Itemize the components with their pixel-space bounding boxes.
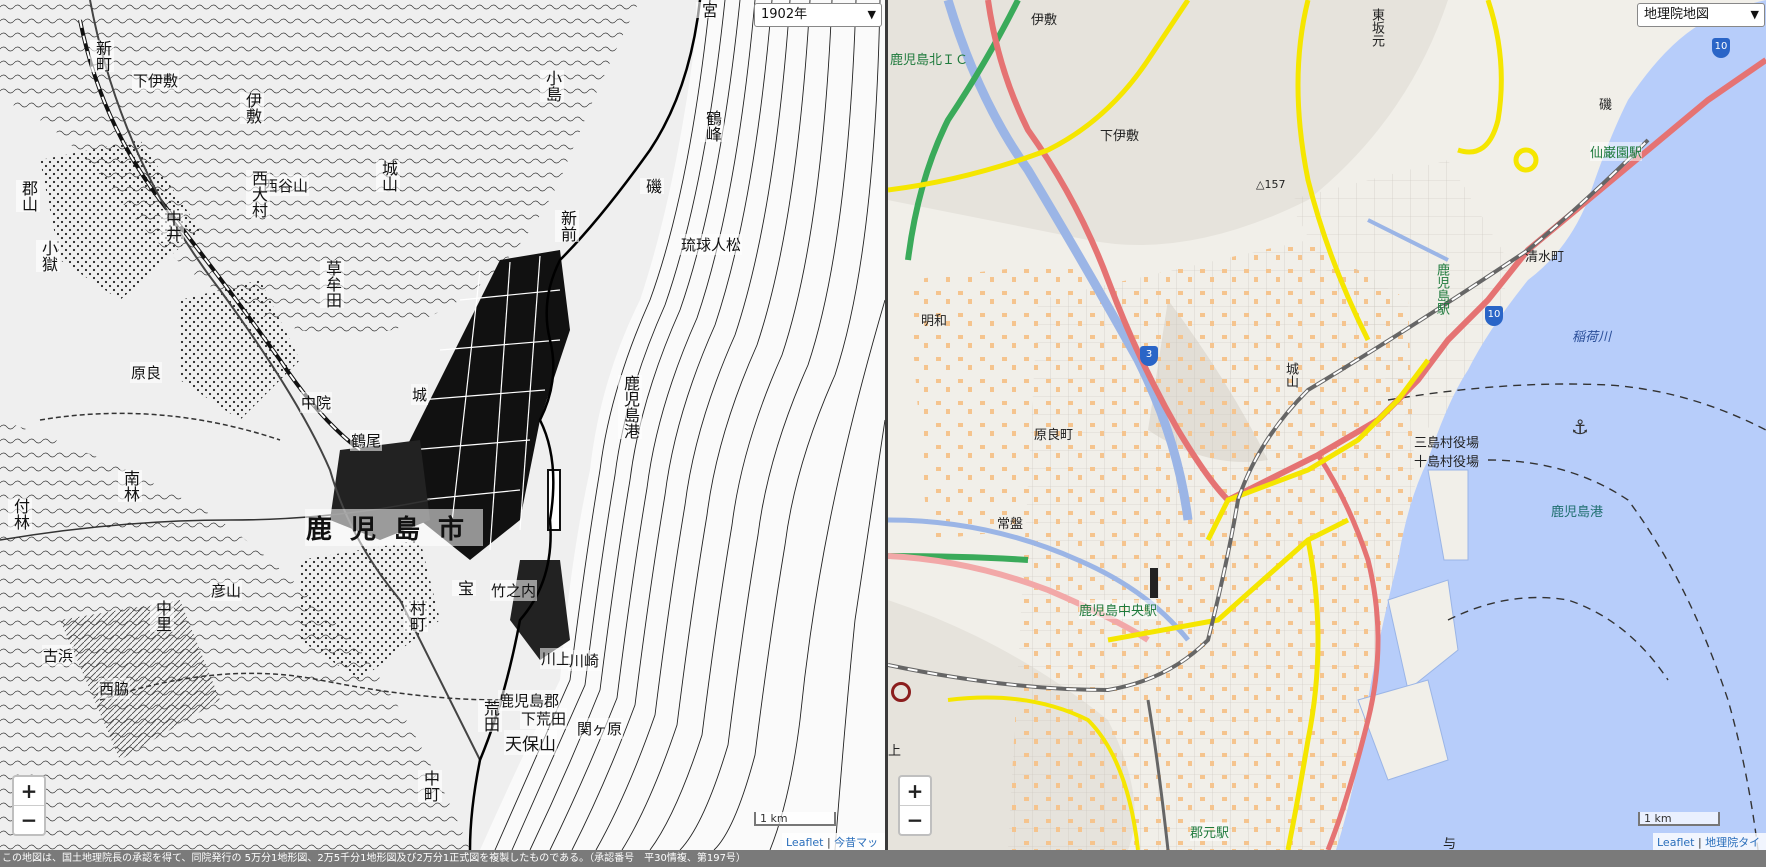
old-label-shinzen: 新前 [555, 210, 579, 242]
old-label-ishiki: 伊敷 [240, 92, 264, 124]
new-label-korimoto-station: 郡元駅 [1190, 822, 1230, 841]
new-label-harara-cho: 原良町 [1034, 428, 1074, 443]
old-map-pane[interactable]: 宮 伊敷 下伊敷 西谷山 郡山 中院 原良 草牟田 中井 鶴尾 城 鹿児島港 新… [0, 0, 885, 850]
new-label-mishima-office: 三島村役場 [1414, 436, 1480, 451]
new-label-kagoshima-kita-ic: 鹿児島北ＩＣ [890, 53, 969, 68]
old-label-nishiwaki: 西脇 [98, 678, 131, 699]
old-label-harara: 原良 [130, 362, 163, 383]
new-label-peak-157: △157 [1256, 178, 1286, 191]
old-label-miyagi: 宮 [696, 2, 720, 18]
modern-map-attribution: Leaflet | 地理院タイル [1653, 833, 1766, 850]
old-label-tsukebayashi: 付林 [8, 498, 32, 530]
old-label-takenouchi: 竹之内 [490, 580, 538, 601]
old-map-canvas [0, 0, 885, 850]
attribution-separator: | [1697, 836, 1702, 849]
zoom-in-button[interactable]: + [900, 777, 930, 806]
old-label-kusamuta: 草牟田 [320, 260, 344, 308]
old-label-takara: 宝 [452, 580, 476, 596]
year-select-value: 1902年 [761, 7, 808, 22]
chevron-down-icon: ▼ [1750, 8, 1759, 21]
old-label-shimoaraki: 下荒田 [520, 708, 568, 729]
new-label-shiroyama: 城山 [1283, 362, 1298, 388]
old-label-kawasaki: 川崎 [568, 650, 601, 671]
new-label-ishiki: 伊敷 [1031, 13, 1058, 28]
new-label-kagoshima-chuo-station: 鹿児島中央駅 [1079, 600, 1158, 619]
layer-select-value: 地理院地図 [1644, 7, 1710, 22]
zoom-out-button[interactable]: − [14, 806, 44, 834]
modern-map-canvas [888, 0, 1766, 850]
old-label-shimoishiki: 下伊敷 [132, 70, 180, 91]
copyright-footer: この地図は、国土地理院長の承認を得て、同院発行の 5万分1地形図、2万5千分1地… [0, 850, 1766, 867]
new-label-senganen-station: 仙巌園駅 [1590, 142, 1643, 161]
new-label-shimoishiki: 下伊敷 [1100, 129, 1140, 144]
route-3-shield: 3 [1140, 346, 1158, 366]
anchor-icon: ⚓ [1571, 415, 1589, 439]
leaflet-link[interactable]: Leaflet [1657, 836, 1694, 849]
layer-select[interactable]: 地理院地図 ▼ [1637, 3, 1765, 27]
zoom-out-button[interactable]: − [900, 806, 930, 834]
new-label-kagoshima-port: 鹿児島港 [1551, 505, 1604, 520]
old-label-furuhama: 古浜 [42, 645, 75, 666]
modern-map-scale-bar: 1 km [1638, 812, 1720, 826]
attribution-separator: | [826, 836, 831, 849]
old-map-attribution: Leaflet | 今昔マップ [782, 833, 885, 850]
modern-map-pane[interactable]: 伊敷 鹿児島北ＩＣ 下伊敷 東坂元 磯 仙巌園駅 △157 鹿児島駅 清水町 明… [888, 0, 1766, 850]
zoom-in-button[interactable]: + [14, 777, 44, 806]
map-marker-circle-icon [891, 682, 911, 702]
new-label-yo: 与 [1443, 837, 1457, 850]
new-label-inarigawa: 稲荷川 [1572, 330, 1612, 345]
new-label-shimizumachi: 清水町 [1525, 250, 1565, 265]
old-label-muramachi: 村町 [404, 600, 428, 632]
old-label-shiro: 城 [411, 384, 429, 405]
old-map-scale-bar: 1 km [754, 812, 836, 826]
old-label-chuin: 中院 [300, 392, 333, 413]
new-label-kagoshima-station: 鹿児島駅 [1434, 263, 1449, 315]
new-label-higashisakamoto: 東坂元 [1369, 8, 1384, 47]
old-label-koshigoku: 小獄 [36, 240, 60, 272]
new-label-meiwa: 明和 [921, 314, 948, 329]
old-label-shinmachi: 新町 [90, 40, 114, 72]
new-label-iso: 磯 [1599, 98, 1613, 113]
old-map-zoom-control: + − [12, 775, 46, 836]
old-label-tenpozan: 天保山 [504, 730, 557, 755]
chevron-down-icon: ▼ [867, 8, 876, 21]
old-label-kagoshima-minato: 鹿児島港 [618, 375, 642, 439]
old-label-nishiomura: 西大村 [246, 170, 270, 218]
old-label-hikosan: 彦山 [210, 580, 243, 601]
new-label-kami: 上 [888, 744, 902, 759]
old-label-nakazato: 中里 [150, 600, 174, 632]
new-label-toshima-office: 十島村役場 [1414, 455, 1480, 470]
old-label-seikigahara: 関ヶ原 [576, 718, 624, 739]
old-label-nakai: 中井 [160, 210, 184, 242]
old-label-kojima: 小島 [540, 70, 564, 102]
old-label-koriyama: 郡山 [16, 180, 40, 212]
modern-map-zoom-control: + − [898, 775, 932, 836]
leaflet-link[interactable]: Leaflet [786, 836, 823, 849]
old-label-shirokawa: 城山 [376, 160, 400, 192]
route-10-shield-south: 10 [1485, 306, 1503, 326]
old-label-minamibayashi: 南林 [118, 470, 142, 502]
old-label-nakamachi: 中町 [418, 770, 442, 802]
old-label-kagoshima-city: 鹿児島市 [305, 509, 484, 546]
old-label-tsuruo: 鶴尾 [350, 430, 383, 451]
old-label-isohayashi: 磯 [640, 178, 664, 194]
new-label-tokiwa: 常盤 [997, 517, 1024, 532]
route-10-shield-north: 10 [1712, 38, 1730, 58]
old-label-arata: 荒田 [478, 700, 502, 732]
year-select[interactable]: 1902年 ▼ [754, 3, 882, 27]
old-label-tsurugamine: 鶴峰 [700, 110, 724, 142]
old-label-ryukyu: 琉球人松 [680, 234, 743, 255]
